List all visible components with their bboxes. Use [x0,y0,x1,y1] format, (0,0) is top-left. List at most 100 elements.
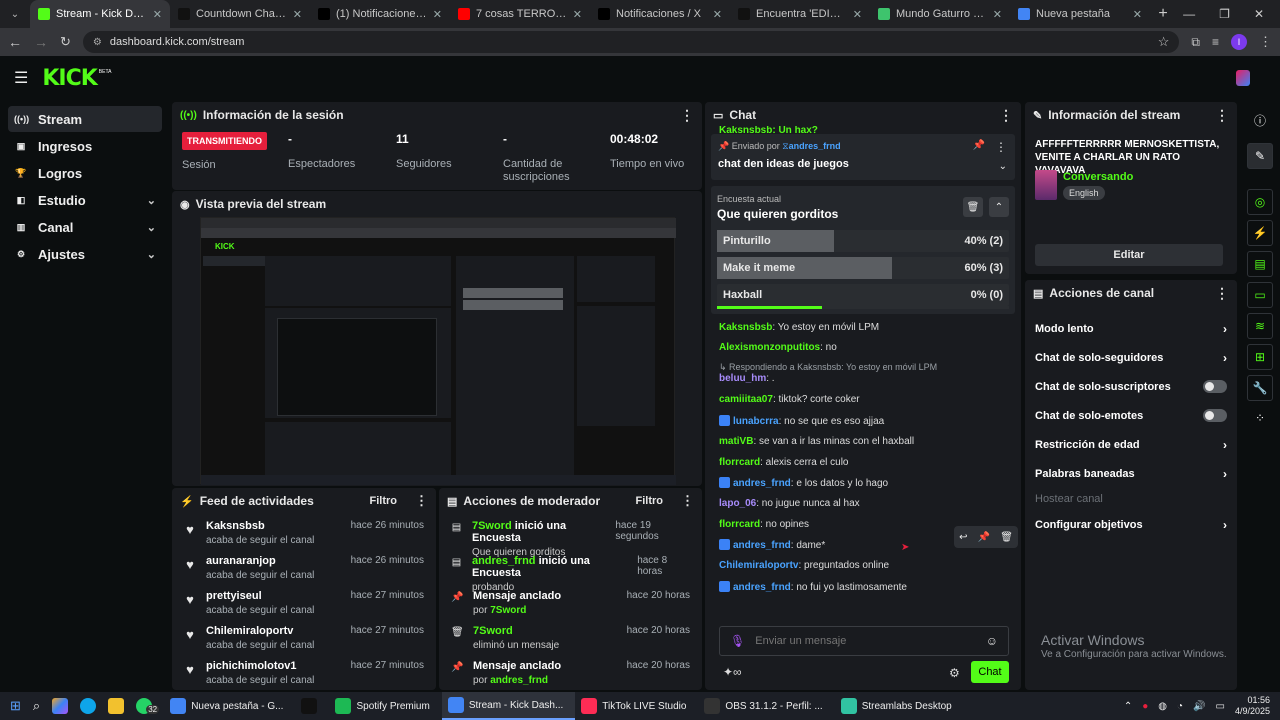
unpin-icon[interactable]: 📌 [973,140,985,151]
tab-close-icon[interactable]: ✕ [433,8,442,21]
taskbar-app[interactable]: TikTok LIVE Studio [575,692,698,720]
broadcast-tool-icon[interactable]: ≋ [1247,313,1273,339]
feed-user[interactable]: auranaranjop [206,555,314,567]
feed-user[interactable]: Kaksnsbsb [206,520,314,532]
browser-tab[interactable]: Encuentra 'EDIT MESSI YO ✕ [730,0,870,28]
channel-actions-more-icon[interactable]: ⋮ [1215,286,1229,300]
taskbar-search-icon[interactable]: ⌕ [27,692,46,720]
tab-close-icon[interactable]: ✕ [713,8,722,21]
channel-action-configurar-objetivos[interactable]: Configurar objetivos › [1025,510,1237,539]
user-avatar[interactable] [1236,70,1250,86]
minimize-icon[interactable]: — [1183,7,1195,21]
reload-icon[interactable]: ↻ [60,34,71,50]
edit-pencil-icon[interactable]: ✎ [1247,143,1273,169]
mod-sub-user[interactable]: andres_frnd [490,675,548,686]
browser-tab[interactable]: Notificaciones / X ✕ [590,0,730,28]
microphone-icon[interactable]: 🎙 [730,634,745,648]
url-field[interactable]: ⚙ dashboard.kick.com/stream ☆ [82,31,1180,53]
toggle-switch[interactable] [1203,409,1227,422]
category-name[interactable]: Conversando [1063,171,1133,183]
capture-icon[interactable]: ◎ [1247,189,1273,215]
taskbar-app[interactable]: Spotify Premium [329,692,441,720]
channel-action-palabras-baneadas[interactable]: Palabras baneadas › [1025,459,1237,488]
chat-username[interactable]: andres_frnd [733,540,791,551]
mod-action-item[interactable]: ▤ andres_frnd inició una Encuesta probando… [439,549,702,593]
feed-filter-button[interactable]: Filtro [370,495,398,507]
chevron-right-icon[interactable]: › [1223,467,1227,481]
chat-username[interactable]: Alexismonzonputitos [719,342,820,353]
chevron-right-icon[interactable]: › [1223,518,1227,532]
session-more-icon[interactable]: ⋮ [680,108,694,122]
infinity-points-icon[interactable]: ✦∞ [723,665,742,679]
poll-option[interactable]: Make it meme 60% (3) [717,257,1009,279]
mod-action-item[interactable]: 📌 Mensaje anclado por andres_frnd hace 20 h… [439,654,702,689]
feed-item[interactable]: ♥ auranaranjop acaba de seguir el canal hac… [172,549,436,584]
channel-action-chat-de-solo-seguidores[interactable]: Chat de solo-seguidores › [1025,343,1237,372]
mod-sub-user[interactable]: 7Sword [490,605,526,616]
site-info-icon[interactable]: ⚙ [93,37,102,48]
browser-tab[interactable]: 7 cosas TERRORIFICAS co ✕ [450,0,590,28]
chat-tool-icon[interactable]: ▭ [1247,282,1273,308]
chat-username[interactable]: matiVB [719,436,753,447]
stream-info-more-icon[interactable]: ⋮ [1215,108,1229,122]
chevron-down-icon[interactable]: ⌄ [147,194,156,207]
layout-tool-icon[interactable]: ⊞ [1247,344,1273,370]
browser-tab[interactable]: Stream - Kick Dashboard ✕ [30,0,170,28]
sidebar-item-stream[interactable]: ((•)) Stream [8,106,162,132]
chat-username[interactable]: beluu_hm [719,373,766,384]
browser-tab[interactable]: Countdown Challenge wi ✕ [170,0,310,28]
wifi-icon[interactable]: ◔ [1177,701,1183,712]
feed-user[interactable]: pichichimolotov1 [206,660,314,672]
chevron-right-icon[interactable]: › [1223,351,1227,365]
mod-action-item[interactable]: 🗑 7Sword eliminó un mensaje hace 20 horas [439,619,702,654]
volume-icon[interactable]: 🔊 [1193,701,1205,712]
file-explorer-icon[interactable] [102,692,130,720]
feed-item[interactable]: ♥ pichichimolotov1 acaba de seguir el cana… [172,654,436,689]
mod-filter-button[interactable]: Filtro [636,495,664,507]
new-tab-button[interactable]: + [1150,5,1176,23]
hamburger-menu-icon[interactable]: ☰ [14,68,28,88]
dots-tool-icon[interactable]: ⁘ [1240,411,1280,425]
poll-option[interactable]: Pinturillo 40% (2) [717,230,1009,252]
chat-input-box[interactable]: 🎙 ☺ [719,626,1009,656]
chat-username[interactable]: camiiitaa07 [719,394,773,405]
bookmark-star-icon[interactable]: ☆ [1158,34,1170,50]
sidebar-item-ajustes[interactable]: ⚙ Ajustes ⌄ [8,241,162,267]
taskbar-app[interactable]: Stream - Kick Dash... [441,692,576,720]
send-chat-button[interactable]: Chat [971,661,1009,683]
stream-preview-video[interactable]: KICK [200,217,676,485]
wrench-icon[interactable]: 🔧 [1247,375,1273,401]
chat-username[interactable]: Kaksnsbsb [719,322,772,333]
kick-logo[interactable]: KICK [42,66,97,91]
tab-close-icon[interactable]: ✕ [1133,8,1142,21]
feed-item[interactable]: ♥ prettyiseul acaba de seguir el canal hace… [172,584,436,619]
edit-stream-button[interactable]: Editar [1035,244,1223,266]
pinned-by-user[interactable]: andres_frnd [789,141,841,151]
tab-close-icon[interactable]: ✕ [853,8,862,21]
mod-action-item[interactable]: ▤ 7Sword inició una Encuesta Que quieren g… [439,514,702,558]
pin-message-icon[interactable]: 📌 [978,532,990,543]
info-icon[interactable]: ⓘ [1240,112,1280,129]
tray-app-icon[interactable]: ● [1142,701,1148,712]
feed-item[interactable]: ♥ Chilemiraloportv acaba de seguir el cana… [172,619,436,654]
chat-username[interactable]: florrcard [719,519,760,530]
browser-menu-icon[interactable]: ⋮ [1259,34,1272,50]
edge-icon[interactable] [74,692,102,720]
tray-chevron-icon[interactable]: ⌃ [1124,701,1132,712]
chevron-right-icon[interactable]: › [1223,438,1227,452]
sidebar-item-canal[interactable]: ▥ Canal ⌄ [8,214,162,240]
chat-username[interactable]: Chilemiraloportv [719,560,798,571]
channel-action-restriccion-de-edad[interactable]: Restricción de edad › [1025,430,1237,459]
channel-action-chat-de-solo-emotes[interactable]: Chat de solo-emotes [1025,401,1237,430]
taskbar-app[interactable]: OBS 31.1.2 - Perfil: ... [698,692,834,720]
clock[interactable]: 01:56 4/9/2025 [1235,695,1270,717]
emoji-icon[interactable]: ☺ [986,634,998,648]
tab-search-icon[interactable]: ⌄ [0,9,30,20]
toggle-switch[interactable] [1203,380,1227,393]
chat-settings-gear-icon[interactable]: ⚙ [949,666,960,680]
browser-tab[interactable]: Mundo Gaturro - Login ✕ [870,0,1010,28]
delete-message-icon[interactable]: 🗑 [1000,532,1013,543]
tab-close-icon[interactable]: ✕ [573,8,582,21]
reply-icon[interactable]: ↩ [959,532,967,543]
chat-more-icon[interactable]: ⋮ [999,108,1013,122]
